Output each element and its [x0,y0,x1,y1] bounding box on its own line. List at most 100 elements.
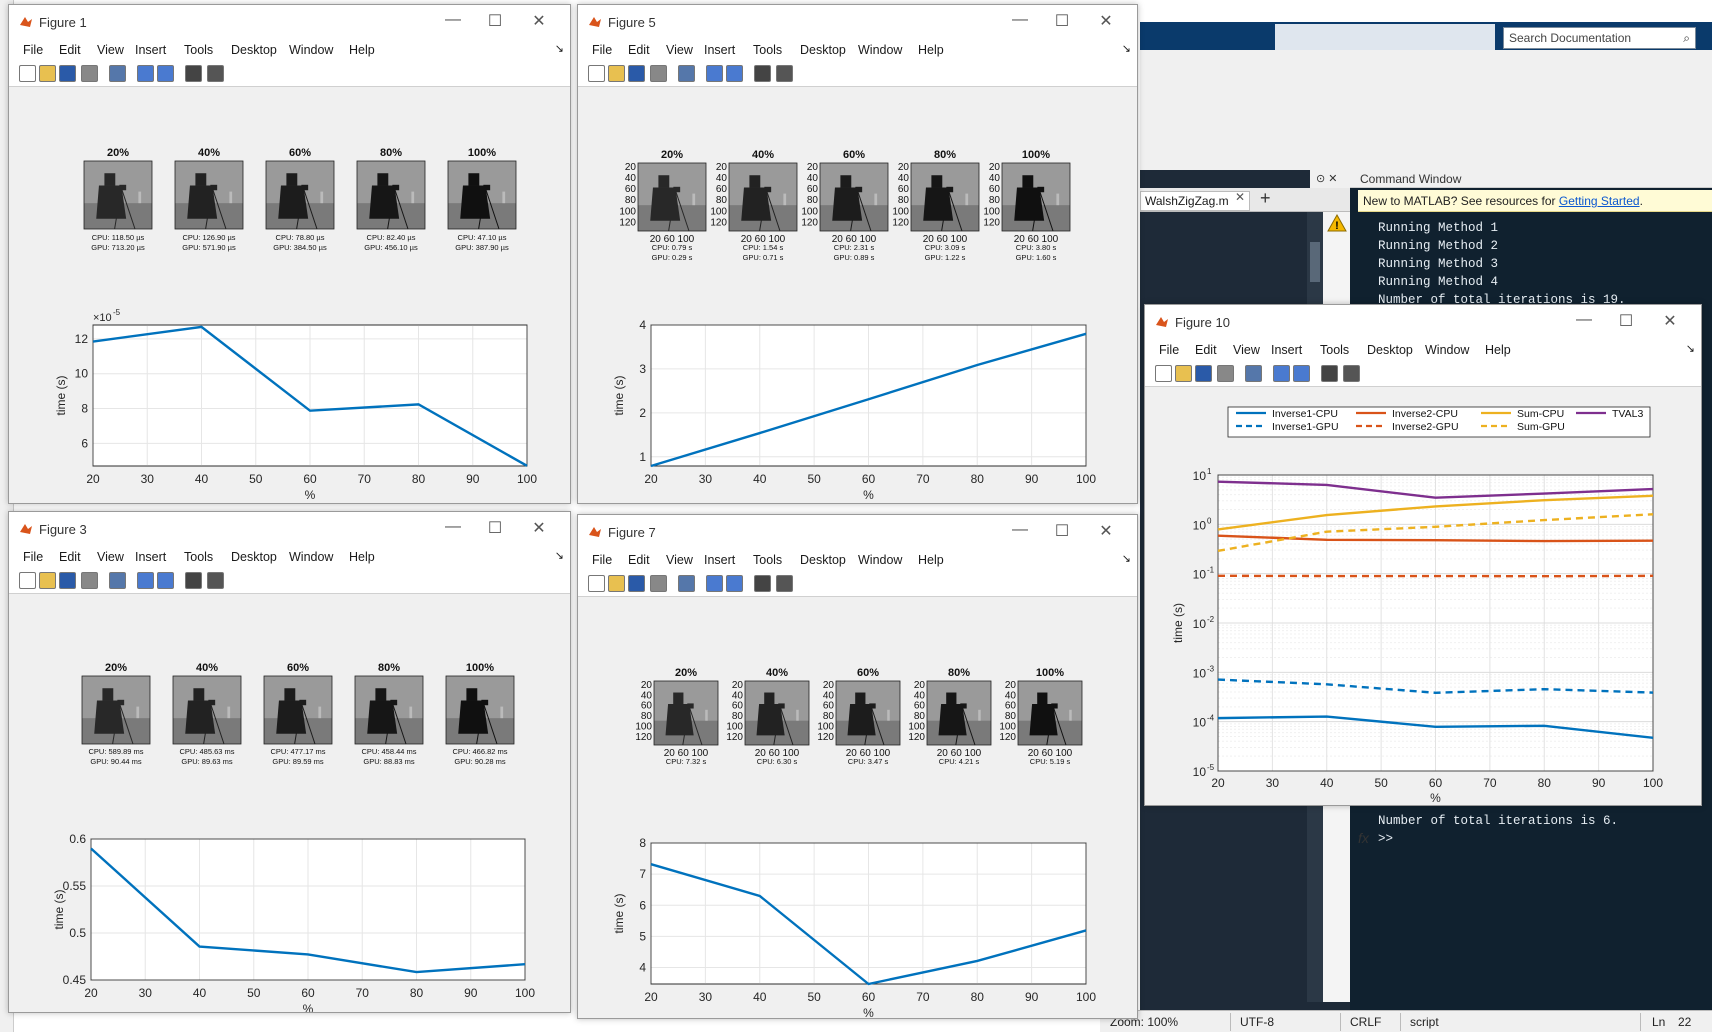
menu-view[interactable]: View [666,553,693,567]
new-figure-icon[interactable] [19,572,36,589]
menu-window[interactable]: Window [858,43,902,57]
menu-insert[interactable]: Insert [704,553,735,567]
link-icon[interactable] [109,572,126,589]
menu-desktop[interactable]: Desktop [231,550,277,564]
minimize-icon[interactable]: — [442,518,464,536]
property-editor-icon[interactable] [776,65,793,82]
menu-file[interactable]: File [592,553,612,567]
link-icon[interactable] [109,65,126,82]
menu-insert[interactable]: Insert [135,550,166,564]
figure-window-10[interactable]: Figure 10 — ☐ ✕ File Edit View Insert Tools Deskt… [1144,304,1702,806]
pointer-icon[interactable] [754,575,771,592]
maximize-icon[interactable]: ☐ [484,11,506,31]
menubar-expand-icon[interactable]: ↘ [1122,552,1131,565]
pointer-icon[interactable] [754,65,771,82]
menu-window[interactable]: Window [858,553,902,567]
link-icon[interactable] [678,65,695,82]
menu-tools[interactable]: Tools [753,43,782,57]
menu-view[interactable]: View [97,550,124,564]
window-titlebar[interactable]: Figure 1 — ☐ ✕ [9,5,570,39]
menu-edit[interactable]: Edit [1195,343,1217,357]
print-icon[interactable] [650,65,667,82]
getting-started-link[interactable]: Getting Started [1559,194,1640,208]
editor-tab[interactable]: WalshZigZag.m [1140,191,1250,211]
print-icon[interactable] [1217,365,1234,382]
save-icon[interactable] [59,572,76,589]
open-icon[interactable] [608,65,625,82]
menu-view[interactable]: View [97,43,124,57]
fx-icon[interactable]: fx [1358,830,1369,846]
maximize-icon[interactable]: ☐ [1051,521,1073,541]
close-icon[interactable]: ✕ [1095,521,1117,541]
save-icon[interactable] [628,65,645,82]
print-icon[interactable] [81,572,98,589]
save-icon[interactable] [59,65,76,82]
close-tab-icon[interactable]: ✕ [1235,190,1245,204]
menu-tools[interactable]: Tools [753,553,782,567]
menubar-expand-icon[interactable]: ↘ [1686,342,1695,355]
figure-window-3[interactable]: Figure 3 — ☐ ✕ File Edit View Insert Tools Deskto… [8,511,571,1013]
new-figure-icon[interactable] [588,65,605,82]
menu-help[interactable]: Help [1485,343,1511,357]
pointer-icon[interactable] [1321,365,1338,382]
menu-tools[interactable]: Tools [184,550,213,564]
menu-file[interactable]: File [23,550,43,564]
close-icon[interactable]: ✕ [1659,311,1681,331]
property-editor-icon[interactable] [776,575,793,592]
link-icon[interactable] [1245,365,1262,382]
close-icon[interactable]: ✕ [528,518,550,538]
colorbar-icon[interactable] [706,65,723,82]
menu-view[interactable]: View [666,43,693,57]
minimize-icon[interactable]: — [1009,11,1031,29]
menu-desktop[interactable]: Desktop [800,553,846,567]
menu-help[interactable]: Help [918,43,944,57]
menu-help[interactable]: Help [349,43,375,57]
menu-tools[interactable]: Tools [1320,343,1349,357]
property-editor-icon[interactable] [1343,365,1360,382]
legend-icon[interactable] [726,575,743,592]
menu-file[interactable]: File [592,43,612,57]
menu-insert[interactable]: Insert [704,43,735,57]
add-tab-button[interactable]: + [1260,188,1271,209]
panel-controls[interactable]: ⊙ ✕ [1310,170,1350,188]
menu-insert[interactable]: Insert [1271,343,1302,357]
menubar-expand-icon[interactable]: ↘ [555,549,564,562]
maximize-icon[interactable]: ☐ [484,518,506,538]
legend-icon[interactable] [157,65,174,82]
window-titlebar[interactable]: Figure 10 — ☐ ✕ [1145,305,1701,339]
window-titlebar[interactable]: Figure 7 — ☐ ✕ [578,515,1137,549]
menu-window[interactable]: Window [289,550,333,564]
legend-icon[interactable] [1293,365,1310,382]
colorbar-icon[interactable] [1273,365,1290,382]
menu-insert[interactable]: Insert [135,43,166,57]
colorbar-icon[interactable] [137,572,154,589]
menu-view[interactable]: View [1233,343,1260,357]
menu-help[interactable]: Help [918,553,944,567]
close-icon[interactable]: ✕ [528,11,550,31]
close-icon[interactable]: ✕ [1095,11,1117,31]
scrollbar-thumb[interactable] [1310,242,1320,282]
save-icon[interactable] [628,575,645,592]
minimize-icon[interactable]: — [1009,521,1031,539]
menu-edit[interactable]: Edit [59,550,81,564]
search-icon[interactable]: ⌕ [1683,31,1690,46]
legend-icon[interactable] [726,65,743,82]
open-icon[interactable] [39,572,56,589]
menu-desktop[interactable]: Desktop [800,43,846,57]
menubar-expand-icon[interactable]: ↘ [555,42,564,55]
minimize-icon[interactable]: — [442,11,464,29]
pointer-icon[interactable] [185,572,202,589]
maximize-icon[interactable]: ☐ [1615,311,1637,331]
quick-access-toolbar[interactable] [1275,24,1495,50]
window-titlebar[interactable]: Figure 3 — ☐ ✕ [9,512,570,546]
menu-edit[interactable]: Edit [628,43,650,57]
menu-file[interactable]: File [1159,343,1179,357]
new-figure-icon[interactable] [588,575,605,592]
menu-desktop[interactable]: Desktop [1367,343,1413,357]
menu-desktop[interactable]: Desktop [231,43,277,57]
save-icon[interactable] [1195,365,1212,382]
property-editor-icon[interactable] [207,572,224,589]
warning-icon[interactable]: ! [1327,214,1347,232]
open-icon[interactable] [608,575,625,592]
print-icon[interactable] [650,575,667,592]
